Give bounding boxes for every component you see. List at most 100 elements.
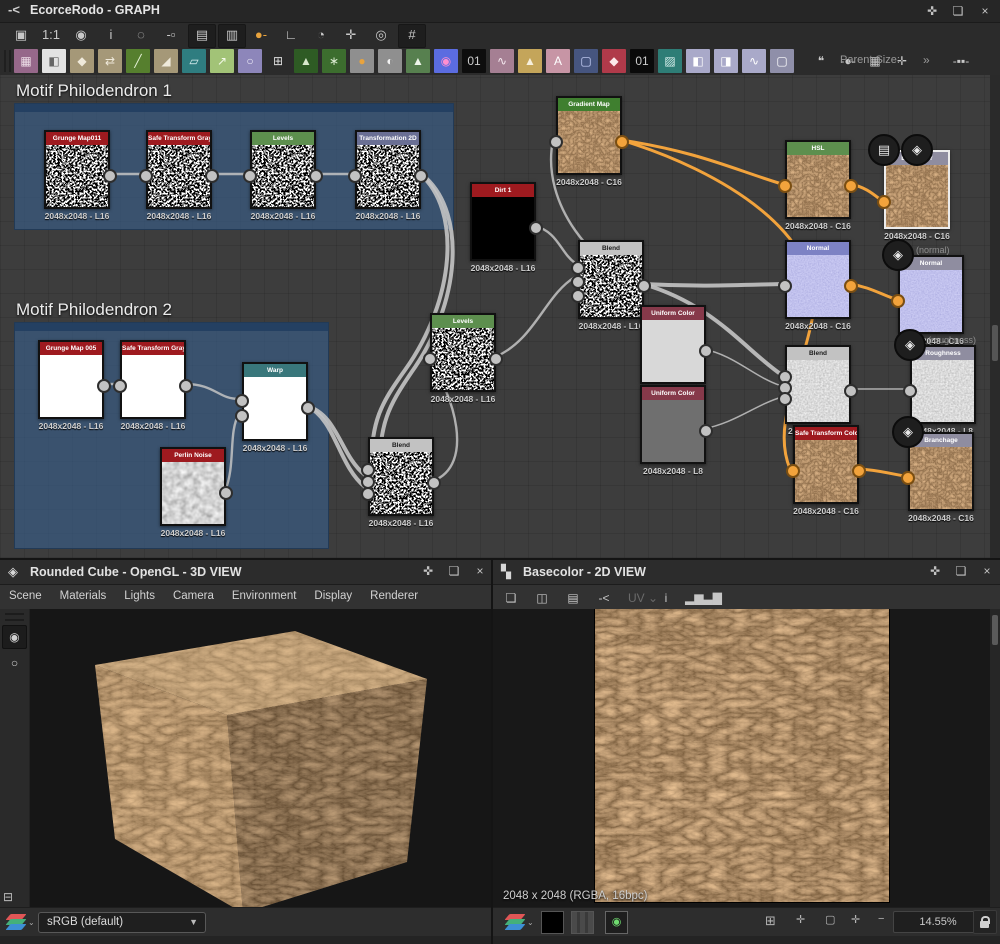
scene-tree-icon[interactable]: ⊟	[3, 890, 13, 904]
chevron-down-icon[interactable]: ⌄	[527, 918, 534, 927]
restore-icon[interactable]: ❏	[948, 2, 968, 20]
output-connector[interactable]	[844, 384, 858, 398]
color-profile-layers-icon[interactable]	[507, 914, 527, 930]
palette-symmetry-button[interactable]: ▲	[518, 49, 542, 73]
input-connector[interactable]	[903, 384, 917, 398]
graph-node-grunge-map-005[interactable]: Grunge Map 0052048x2048 - L16	[38, 340, 104, 419]
restore-icon[interactable]: ❏	[951, 562, 971, 580]
palette-directional-warp-button[interactable]: ↗	[210, 49, 234, 73]
output-connector[interactable]	[699, 424, 713, 438]
input-connector[interactable]	[778, 179, 792, 193]
screenshot-button[interactable]: ◉	[68, 24, 94, 46]
palette-blend-button[interactable]: ◆	[70, 49, 94, 73]
pin-icon[interactable]: ✜	[925, 562, 945, 580]
palette-gradient-node-button[interactable]: ◨	[714, 49, 738, 73]
input-connector[interactable]	[139, 169, 153, 183]
3d-viewport[interactable]: ◉○ ⊟	[0, 609, 491, 908]
palette-curve-node-button[interactable]: ∿	[742, 49, 766, 73]
graph-node-perlin-noise[interactable]: Perlin Noise2048x2048 - L16	[160, 447, 226, 526]
palette-gradient-map-button[interactable]: ◉	[434, 49, 458, 73]
menu-lights[interactable]: Lights	[115, 585, 164, 602]
graph-node-output-basecolor[interactable]: ▤◈Basecolor2048x2048 - C16	[884, 150, 950, 229]
graph-node-output-normal[interactable]: (normal)◈Normal2048x2048 - C16	[898, 255, 964, 334]
menu-environment[interactable]: Environment	[223, 585, 306, 602]
graph-scrollbar[interactable]	[990, 75, 1000, 558]
view-in-3d-icon[interactable]: ◈	[892, 416, 924, 448]
output-connector[interactable]	[489, 352, 503, 366]
menu-camera[interactable]: Camera	[164, 585, 223, 602]
graph-node-gradient-map[interactable]: Gradient Map2048x2048 - C16	[556, 96, 622, 175]
tools-button[interactable]: ✛	[338, 24, 364, 46]
palette-dot-node-button[interactable]: ●	[350, 49, 374, 73]
fit-view-icon[interactable]: ▢	[825, 913, 835, 926]
output-connector[interactable]	[103, 169, 117, 183]
restore-icon[interactable]: ❏	[444, 562, 464, 580]
output-connector[interactable]	[301, 401, 315, 415]
input-connector[interactable]	[891, 294, 905, 308]
graph-node-safe-transform-color[interactable]: Safe Transform Color2048x2048 - C16	[793, 425, 859, 504]
palette-shape-extract-button[interactable]: ◐	[378, 49, 402, 73]
input-connector[interactable]	[549, 135, 563, 149]
graph-node-uniform-color-1[interactable]: Uniform Color2048x2048 - L8	[640, 305, 706, 384]
menu-materials[interactable]: Materials	[51, 585, 116, 602]
chevron-down-icon[interactable]: ⌄	[28, 918, 35, 927]
frame-all-button[interactable]: ▣	[8, 24, 34, 46]
graph-link-icon[interactable]: -<	[592, 588, 616, 608]
output-connector[interactable]	[852, 464, 866, 478]
input-connector[interactable]	[786, 464, 800, 478]
graph-node-levels-2[interactable]: Levels2048x2048 - L16	[430, 313, 496, 392]
output-connector[interactable]	[637, 279, 651, 293]
output-connector[interactable]	[205, 169, 219, 183]
output-connector[interactable]	[309, 169, 323, 183]
pin-icon[interactable]: ✜	[922, 2, 942, 20]
color-channels-icon[interactable]: ◉	[605, 911, 628, 934]
output-connector[interactable]	[97, 379, 111, 393]
zoom-out-button[interactable]: −	[878, 913, 884, 925]
palette-histogram-scan-button[interactable]: ▲	[406, 49, 430, 73]
stacked-view-button[interactable]: ▥	[218, 24, 246, 48]
palette-frame-node-button[interactable]: ▢	[770, 49, 794, 73]
view-in-3d-icon[interactable]: ◈	[901, 134, 933, 166]
palette-switch-01-button[interactable]: 01	[630, 49, 654, 73]
export-icon[interactable]: ❏	[499, 588, 523, 608]
render-node-button[interactable]: ◎	[368, 24, 394, 46]
connector-style-button[interactable]: ∟	[278, 24, 304, 46]
close-icon[interactable]: ×	[470, 562, 490, 580]
info-button[interactable]: i	[98, 24, 124, 46]
menu-renderer[interactable]: Renderer	[361, 585, 427, 602]
palette-svg-button[interactable]: ◧	[42, 49, 66, 73]
palette-transformation-2d-button[interactable]: ▱	[182, 49, 206, 73]
input-connector[interactable]	[778, 279, 792, 293]
input-connector[interactable]	[571, 275, 585, 289]
2d-view-scrollbar[interactable]	[990, 609, 1000, 908]
histogram-icon[interactable]: ▂▆▃▇	[685, 588, 709, 608]
grid-icon[interactable]: ⊞	[765, 913, 776, 929]
output-connector[interactable]	[844, 279, 858, 293]
colorspace-dropdown[interactable]: sRGB (default) ▼	[38, 912, 206, 933]
input-connector[interactable]	[235, 409, 249, 423]
graph-node-dirt-1[interactable]: Dirt 12048x2048 - L16	[470, 182, 536, 261]
background-swatch[interactable]	[541, 911, 564, 934]
paste-icon[interactable]: ▤	[561, 588, 585, 608]
snap-grid-button[interactable]: #	[398, 24, 426, 48]
graph-node-hsl[interactable]: HSL2048x2048 - C16	[785, 140, 851, 219]
graph-node-warp[interactable]: Warp2048x2048 - L16	[242, 362, 308, 441]
zoom-1-1-button[interactable]: 1:1	[38, 24, 64, 46]
graph-node-safe-transform-grayscale-1[interactable]: Safe Transform Graysc...2048x2048 - L16	[146, 130, 212, 209]
palette-shape-button[interactable]: ○	[238, 49, 262, 73]
pan-icon[interactable]: ✛	[851, 913, 860, 926]
palette-comment-button[interactable]: ❝	[810, 49, 832, 73]
input-connector[interactable]	[235, 394, 249, 408]
tiling-swatch[interactable]	[571, 911, 594, 934]
input-connector[interactable]	[901, 471, 915, 485]
menu-display[interactable]: Display	[305, 585, 361, 602]
camera-icon[interactable]: ◉	[2, 625, 27, 649]
input-connector[interactable]	[243, 169, 257, 183]
palette-tile-sampler-button[interactable]: ⊞	[266, 49, 290, 73]
palette-gradient-button[interactable]: ◢	[154, 49, 178, 73]
palette-text-button[interactable]: A	[546, 49, 570, 73]
output-connector[interactable]	[699, 344, 713, 358]
save-icon[interactable]: ◫	[530, 588, 554, 608]
palette-fill-node-button[interactable]: ◧	[686, 49, 710, 73]
graph-node-uniform-color-2[interactable]: Uniform Color2048x2048 - L8	[640, 385, 706, 464]
